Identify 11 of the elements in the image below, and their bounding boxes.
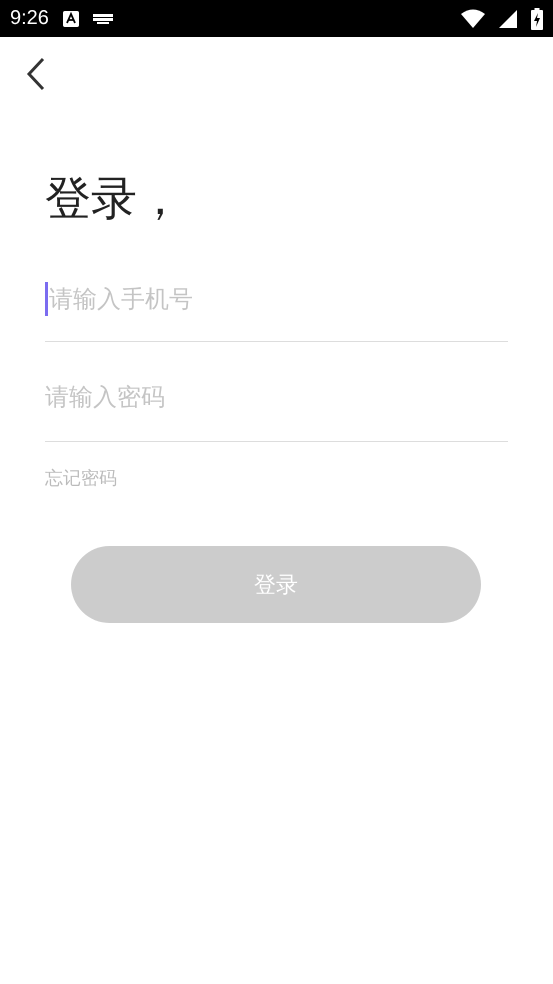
page-title: 登录， <box>45 171 183 226</box>
keyboard-language-icon <box>62 10 79 26</box>
keyboard-icon <box>92 14 113 24</box>
forgot-password-link[interactable]: 忘记密码 <box>45 466 117 490</box>
input-field[interactable]: 请输入手机号 <box>49 284 485 313</box>
battery-charging-icon <box>531 8 543 30</box>
status-time: 9:26 <box>10 7 49 30</box>
signal-icon <box>499 10 517 28</box>
back-icon[interactable] <box>25 57 47 91</box>
wifi-icon <box>461 9 485 28</box>
input-field[interactable]: 请输入密码 <box>45 382 485 411</box>
